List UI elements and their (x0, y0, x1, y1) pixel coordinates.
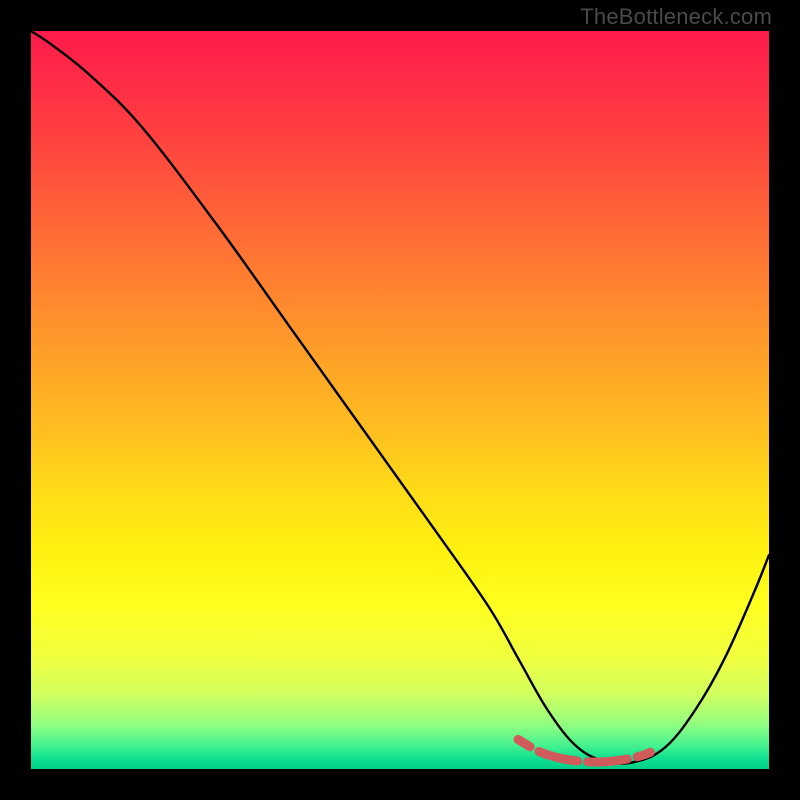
chart-plot (31, 31, 769, 769)
curve-line (31, 31, 769, 764)
optimal-band-markers (518, 740, 666, 763)
chart-svg (31, 31, 769, 769)
watermark: TheBottleneck.com (580, 4, 772, 30)
